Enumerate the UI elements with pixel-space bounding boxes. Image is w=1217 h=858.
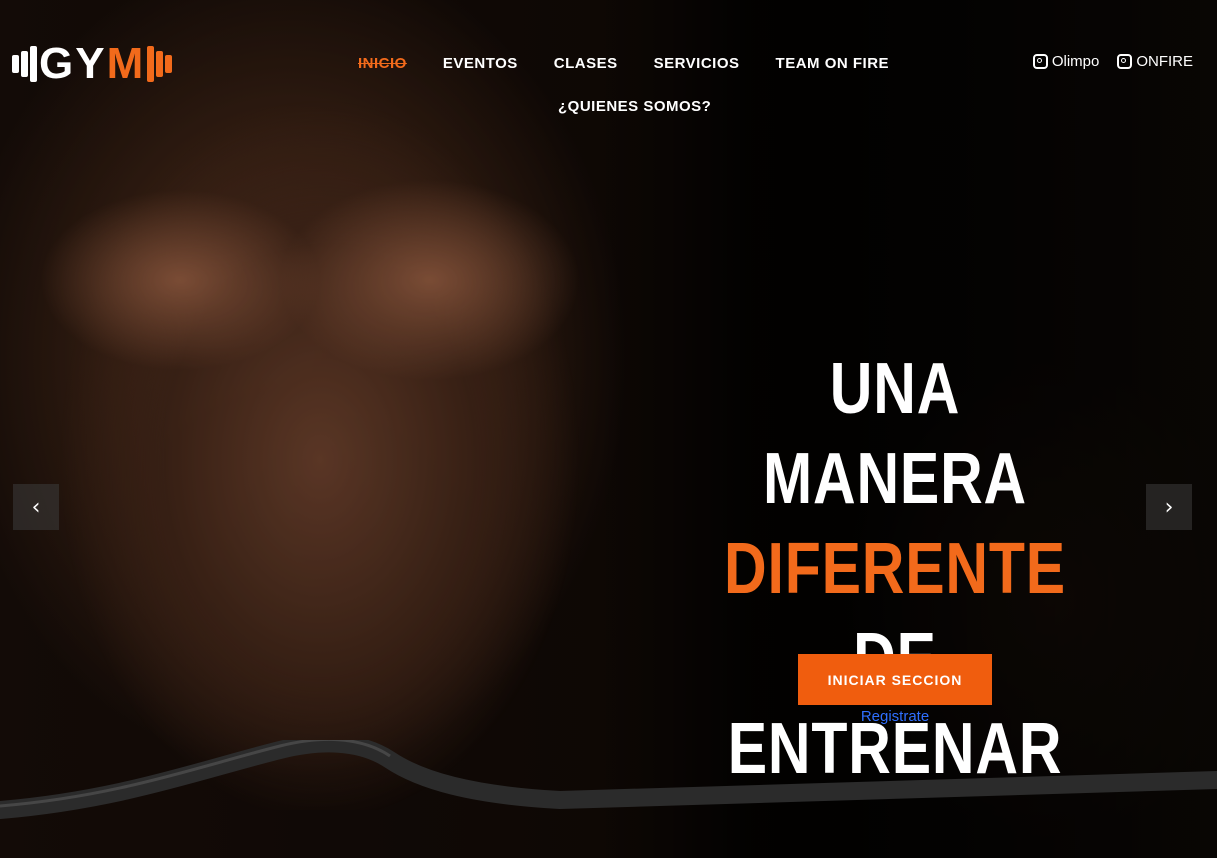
instagram-icon xyxy=(1117,54,1133,69)
hero-section: GYM INICIO EVENTOS CLASES SERVICIOS TEAM… xyxy=(0,0,1217,858)
login-button[interactable]: INICIAR SECCION xyxy=(798,654,992,705)
nav-item-servicios[interactable]: SERVICIOS xyxy=(636,52,758,76)
main-nav: INICIO EVENTOS CLASES SERVICIOS TEAM ON … xyxy=(340,52,889,115)
headline-accent: DIFERENTE xyxy=(724,529,1066,609)
nav-item-team-on-fire[interactable]: TEAM ON FIRE xyxy=(758,52,908,76)
social-link-onfire[interactable]: ONFIRE xyxy=(1117,53,1193,70)
logo-text: GYM xyxy=(39,39,146,88)
social-link-olimpo[interactable]: Olimpo xyxy=(1032,53,1100,70)
social-links: Olimpo ONFIRE xyxy=(1032,53,1193,70)
register-link[interactable]: Registrate xyxy=(798,708,992,725)
carousel-prev-button[interactable]: ‹ xyxy=(13,484,59,530)
chevron-right-icon: › xyxy=(1164,494,1174,520)
hero-headline: UNA MANERA DIFERENTE DE ENTRENAR xyxy=(702,344,1087,794)
nav-item-quienes-somos[interactable]: ¿QUIENES SOMOS? xyxy=(540,95,729,119)
nav-item-clases[interactable]: CLASES xyxy=(536,52,636,76)
nav-item-inicio[interactable]: INICIO xyxy=(340,52,425,76)
chevron-left-icon: ‹ xyxy=(31,494,41,520)
social-label: ONFIRE xyxy=(1136,53,1193,70)
nav-item-eventos[interactable]: EVENTOS xyxy=(425,52,536,76)
site-logo[interactable]: GYM xyxy=(12,39,173,88)
social-label: Olimpo xyxy=(1051,53,1100,70)
dumbbell-right-icon xyxy=(147,46,173,82)
headline-line1: UNA MANERA xyxy=(762,349,1028,519)
instagram-icon xyxy=(1032,54,1048,69)
dumbbell-left-icon xyxy=(12,46,37,82)
carousel-next-button[interactable]: › xyxy=(1146,484,1192,530)
